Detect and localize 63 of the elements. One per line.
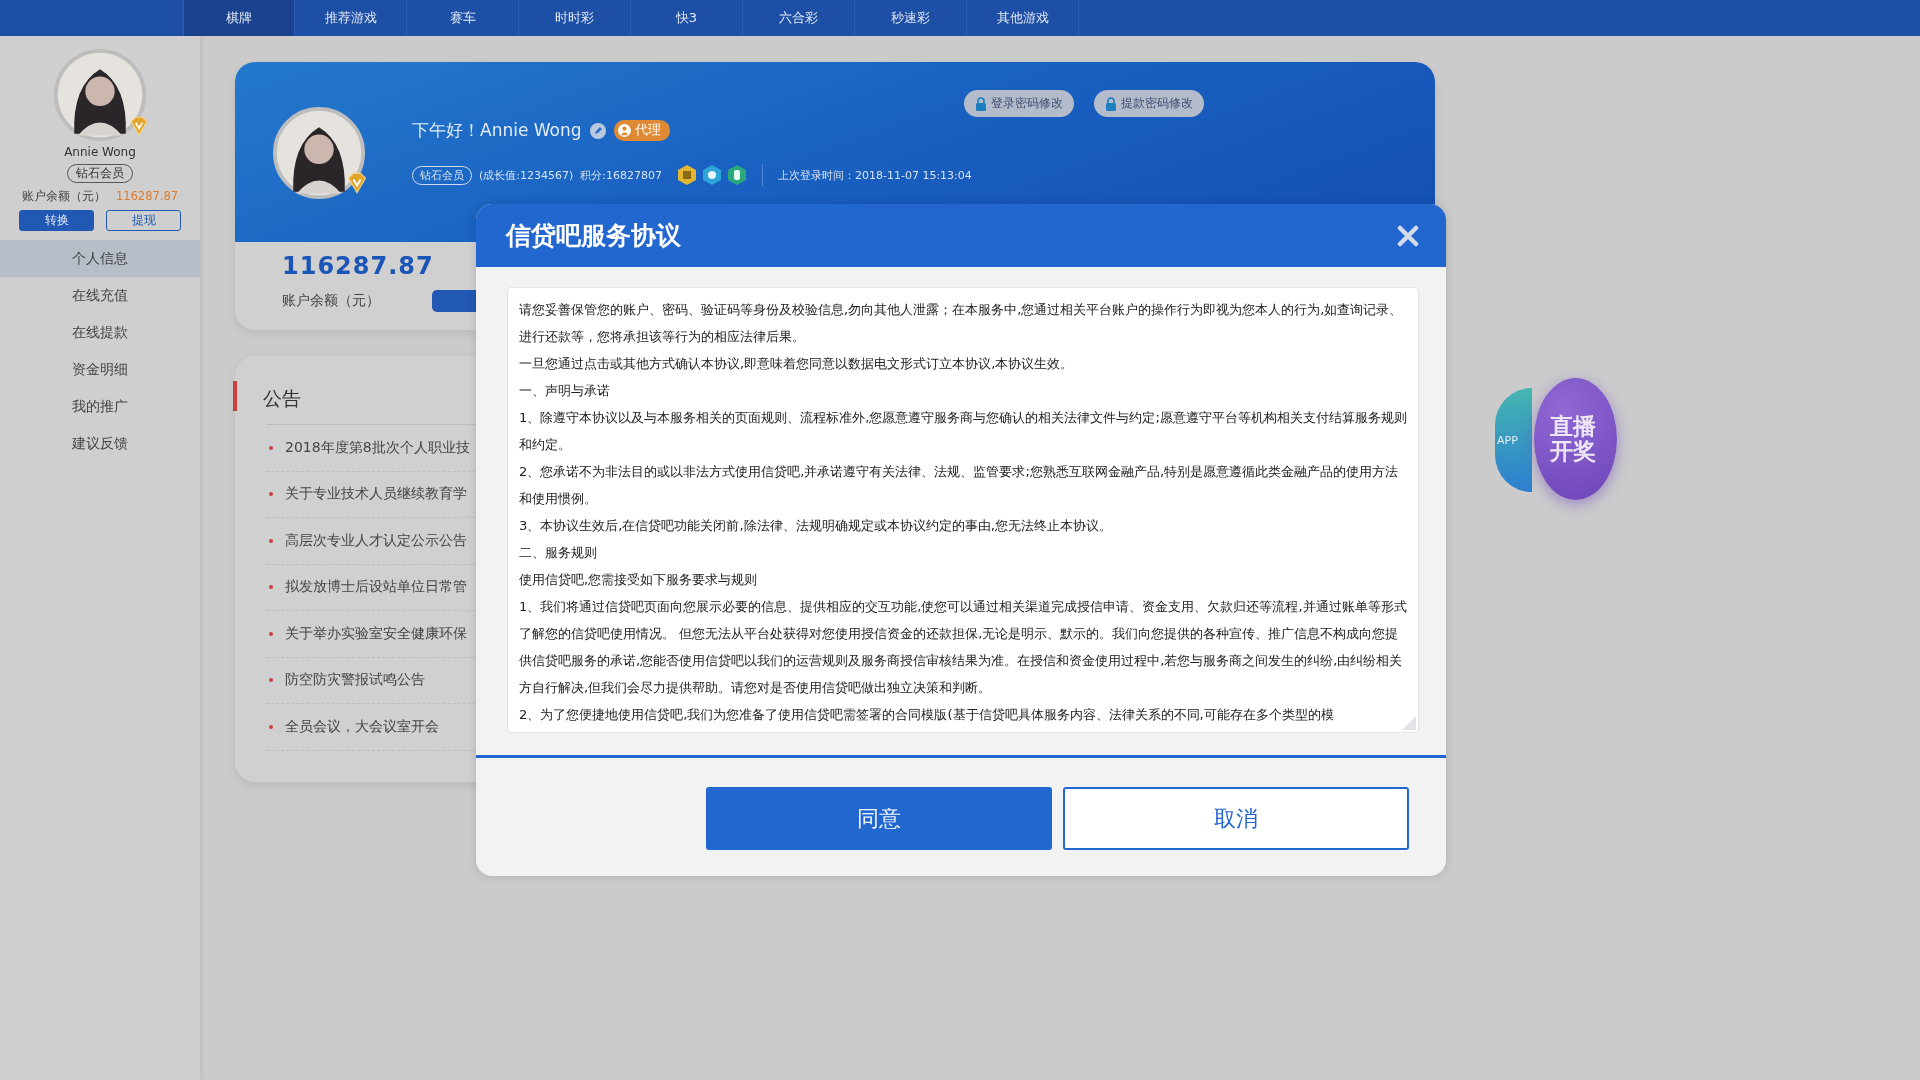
agreement-paragraph: 使用信贷吧,您需接受如下服务要求与规则: [519, 571, 759, 589]
dialog-button[interactable]: 同意: [706, 787, 1052, 850]
level-badge-icon: [677, 164, 697, 186]
balance-label: 账户余额（元）: [282, 292, 380, 310]
announcement-link[interactable]: 防空防灾警报试鸣公告: [285, 671, 425, 690]
role-label: 代理: [634, 122, 661, 139]
menu-item[interactable]: 建议反馈: [0, 425, 200, 462]
menu-item[interactable]: 我的推广: [0, 388, 200, 425]
lock-icon: [975, 96, 987, 111]
agreement-paragraph: 请您妥善保管您的账户、密码、验证码等身份及校验信息,勿向其他人泄露；在本服务中,您通过相关平台账户的操作行为即视为您本人的行为,如查询记录、进行还款等，您将承担该等行为的相应法律后果。: [519, 301, 1404, 346]
menu-item[interactable]: 在线提款: [0, 314, 200, 351]
person-icon: [617, 124, 631, 137]
announcement-link[interactable]: 关于专业技术人员继续教育学: [285, 485, 467, 504]
nav-tab[interactable]: 棋牌: [183, 0, 295, 36]
agreement-paragraph: 2、为了您便捷地使用信贷吧,我们为您准备了使用信贷吧需签署的合同模版(基于信贷吧具体服务内容、法律关系的不同,可能存在多个类型的模: [519, 706, 1335, 724]
lock-icon: [1105, 96, 1117, 111]
agreement-paragraph: 一旦您通过点击或其他方式确认本协议,即意味着您同意以数据电文形式订立本协议,本协议生效。: [519, 355, 1075, 373]
dialog-button[interactable]: 取消: [1063, 787, 1409, 850]
nav-tab[interactable]: 其他游戏: [967, 0, 1079, 36]
agreement-paragraph: 3、本协议生效后,在信贷吧功能关闭前,除法律、法规明确规定或本协议约定的事由,您无法终止本协议。: [519, 517, 1113, 535]
action-button[interactable]: 提现: [106, 210, 181, 231]
announcement-link[interactable]: 全员会议，大会议室开会: [285, 717, 439, 736]
agreement-paragraph: 1、除遵守本协议以及与本服务相关的页面规则、流程标准外,您愿意遵守服务商与您确认的相关法律文件与约定;愿意遵守平台等机构相关支付结算服务规则和约定。: [519, 409, 1408, 454]
section-title: 公告: [263, 386, 301, 411]
live-draw-label[interactable]: 直播开奖: [1534, 378, 1617, 500]
balance-label: 账户余额（元）: [21, 189, 106, 204]
edit-icon[interactable]: [589, 122, 606, 139]
announcement-link[interactable]: 关于举办实验室安全健康环保: [285, 624, 467, 643]
greeting: 下午好！Annie Wong: [412, 119, 582, 142]
growth-value: (成长值:1234567): [479, 167, 574, 183]
user-name: Annie Wong: [64, 145, 136, 159]
diamond-badge-icon: [128, 115, 150, 137]
level-badge-icon: [702, 164, 722, 186]
last-login-time: 上次登录时间：2018-11-07 15:13:04: [778, 167, 972, 183]
close-icon[interactable]: [1397, 224, 1419, 247]
menu-item[interactable]: 资金明细: [0, 351, 200, 388]
live-draw-widget[interactable]: APP 直播开奖: [1495, 378, 1617, 500]
menu-item[interactable]: 个人信息: [0, 240, 200, 277]
nav-tab[interactable]: 六合彩: [743, 0, 855, 36]
agreement-paragraph: 一、声明与承诺: [519, 382, 611, 400]
resize-handle-icon[interactable]: [1402, 716, 1416, 730]
action-button[interactable]: 转换: [19, 210, 94, 231]
nav-tab[interactable]: 快3: [631, 0, 743, 36]
agreement-paragraph: 二、服务规则: [519, 544, 598, 562]
points-value: 积分:16827807: [580, 167, 662, 183]
agreement-paragraph: 2、您承诺不为非法目的或以非法方式使用信贷吧,并承诺遵守有关法律、法规、监管要求;您熟悉互联网金融产品,特别是愿意遵循此类金融产品的使用方法和使用惯例。: [519, 463, 1400, 508]
password-change-button[interactable]: 登录密码修改: [964, 90, 1074, 117]
nav-tab[interactable]: 秒速彩: [855, 0, 967, 36]
dialog-title: 信贷吧服务协议: [506, 220, 681, 252]
announcement-link[interactable]: 拟发放博士后设站单位日常管: [285, 578, 467, 597]
diamond-badge-icon: [345, 171, 369, 195]
nav-tab[interactable]: 时时彩: [519, 0, 631, 36]
balance-value: 116287.87: [115, 189, 179, 204]
menu-item[interactable]: 在线充值: [0, 277, 200, 314]
agreement-text-area[interactable]: [507, 287, 1419, 733]
nav-tab[interactable]: 推荐游戏: [295, 0, 407, 36]
balance-value: 116287.87: [282, 252, 435, 280]
announcement-link[interactable]: 2018年度第8批次个人职业技: [285, 438, 470, 457]
nav-tab[interactable]: 赛车: [407, 0, 519, 36]
password-change-button[interactable]: 提款密码修改: [1094, 90, 1204, 117]
announcement-link[interactable]: 高层次专业人才认定公示公告: [285, 531, 467, 550]
level-badge-icon: [727, 164, 747, 186]
agreement-paragraph: 1、我们将通过信贷吧页面向您展示必要的信息、提供相应的交互功能,使您可以通过相关渠道完成授信申请、资金支用、欠款归还等流程,并通过账单等形式了解您的信贷吧使用情况。 但您无法从平台处获得对您使用授信资金的还款担保,无论是明示、默示的。我们向您提供的各种宣传、推广信息不构成向您提供信贷吧服务的承诺,您能否使用信贷吧以我们的运营规则及服务商授信审核结果为准。在授信和资金使用过程中,若您与服务商之间发生的纠纷,由纠纷相关方自行解决,但我们会尽力提供帮助。请您对是否使用信贷吧做出独立决策和判断。: [519, 598, 1408, 697]
